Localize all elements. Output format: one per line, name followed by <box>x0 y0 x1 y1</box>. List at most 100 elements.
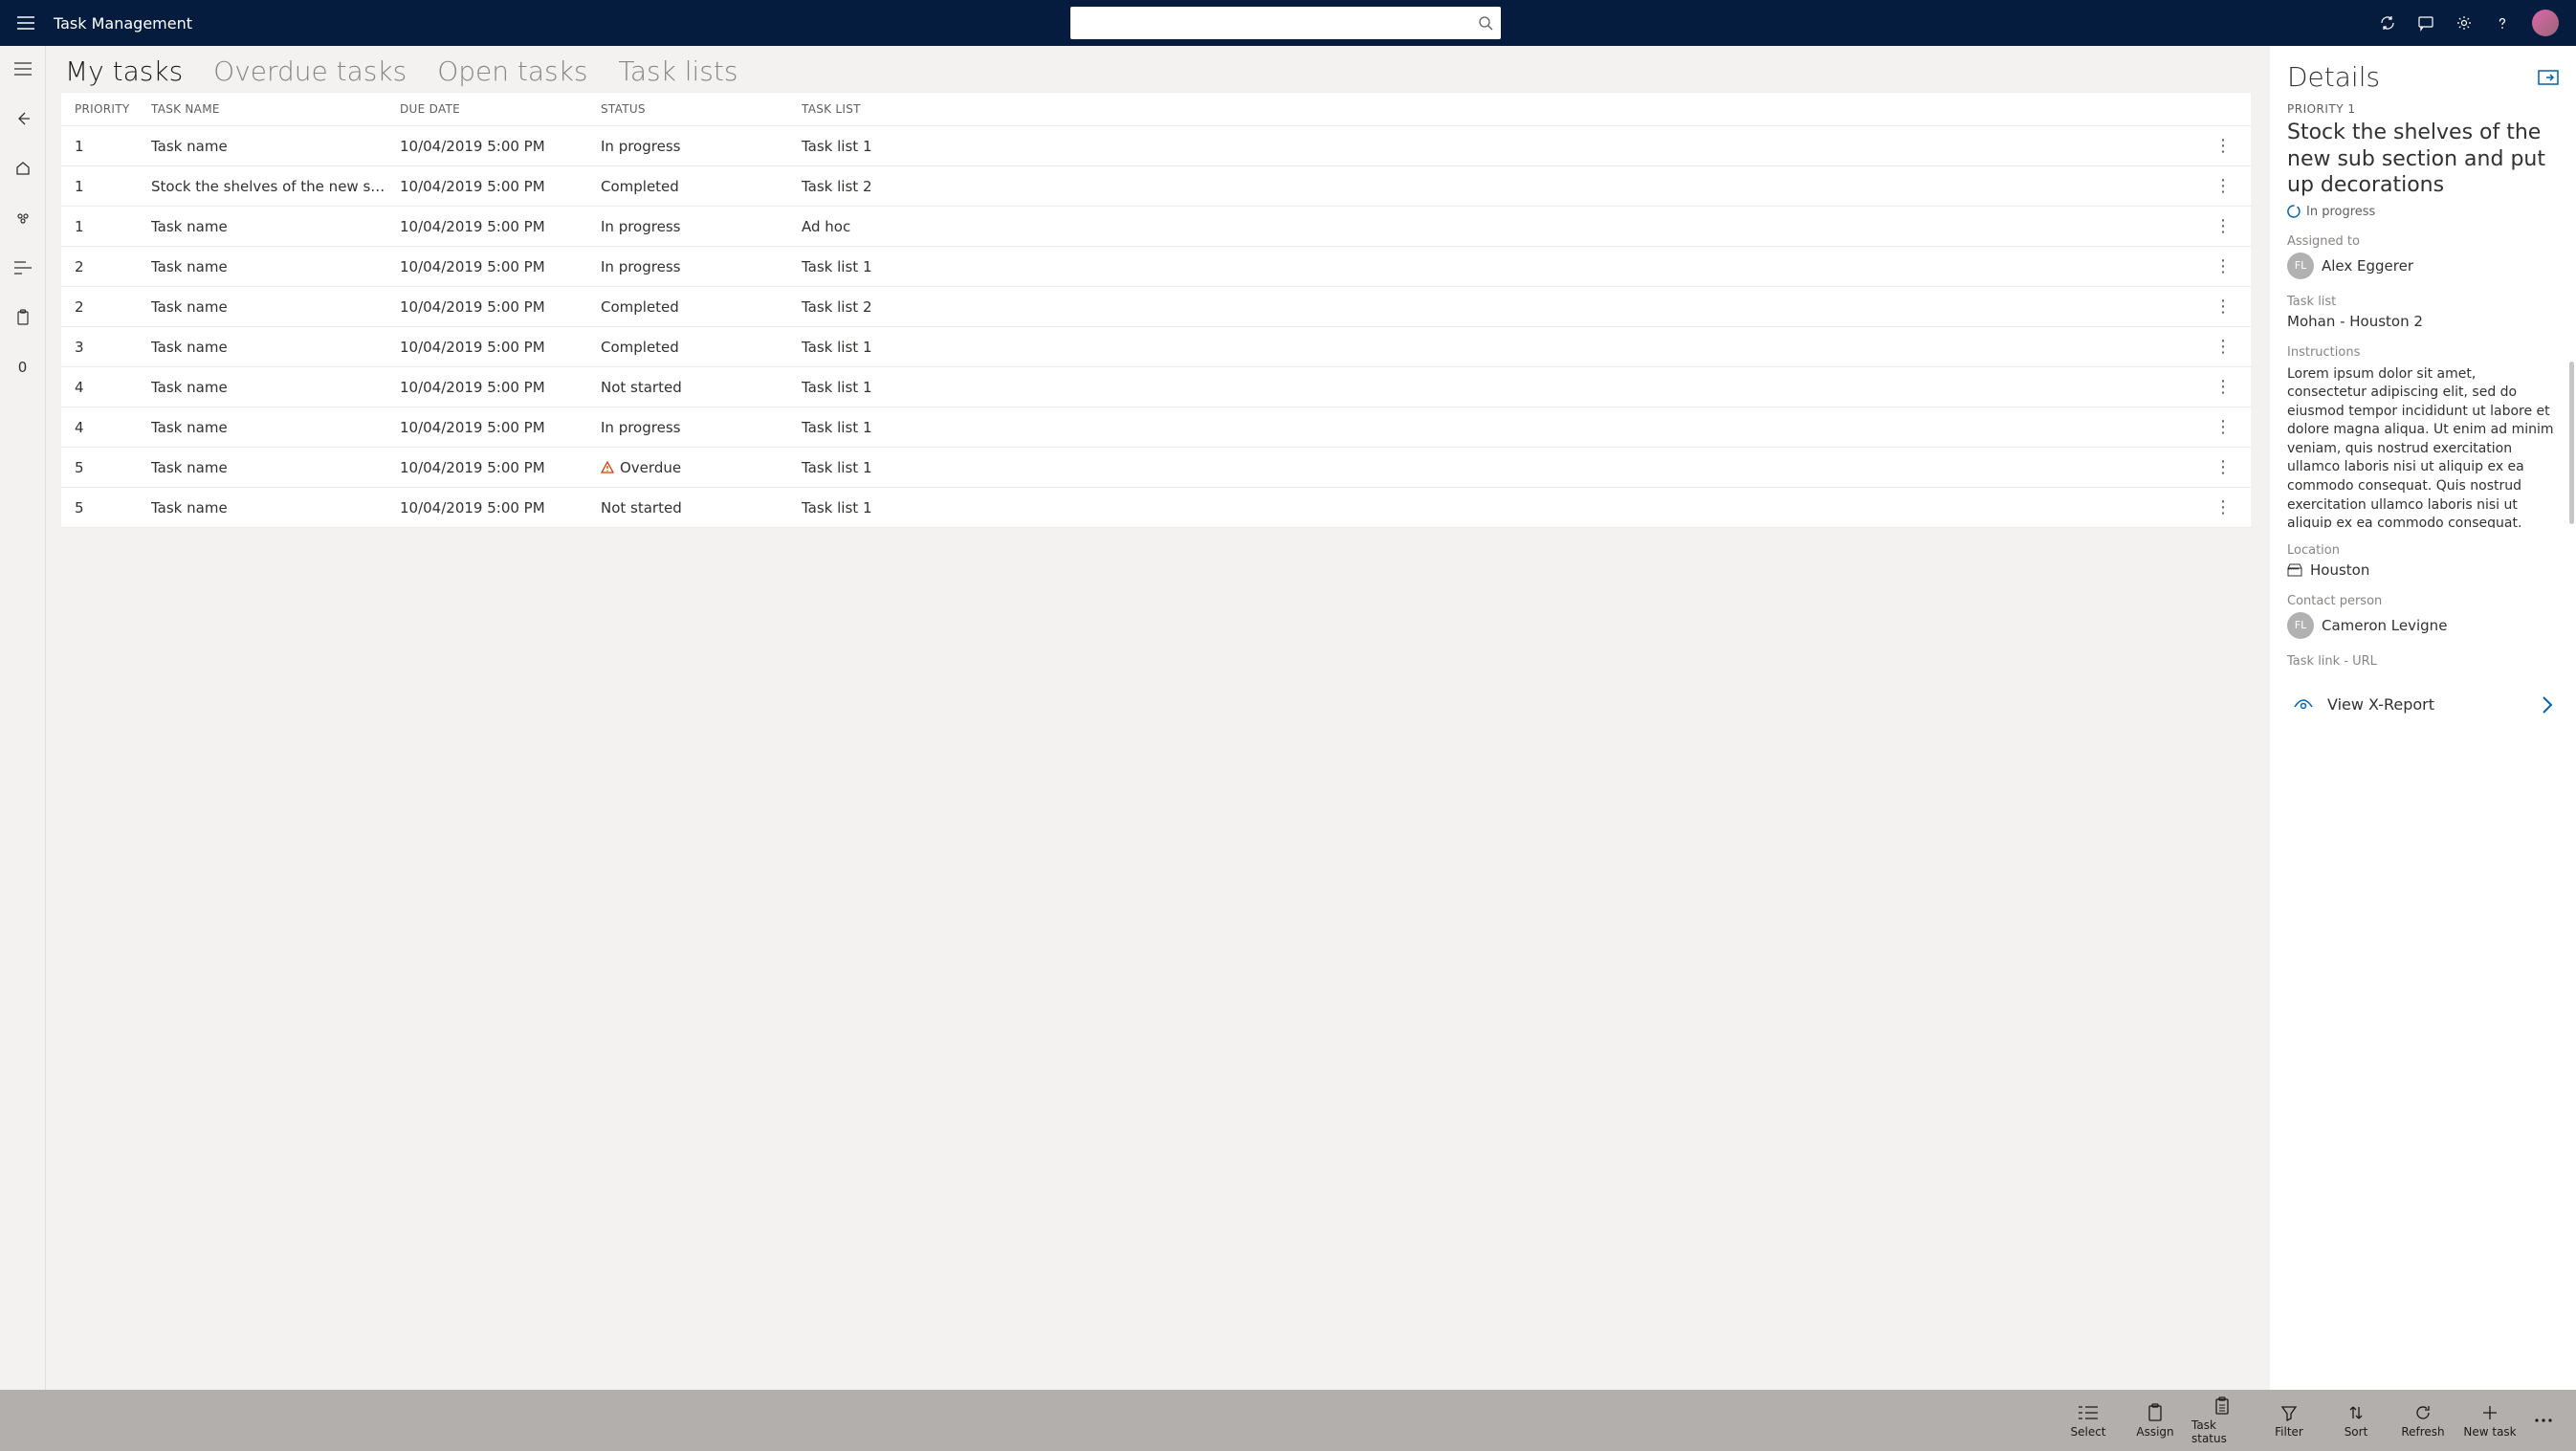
location-value: Houston <box>2310 561 2369 579</box>
select-button[interactable]: Select <box>2058 1402 2119 1439</box>
col-priority[interactable]: PRIORITY <box>75 102 151 116</box>
new-task-button[interactable]: New task <box>2459 1402 2521 1439</box>
assign-button[interactable]: Assign <box>2125 1402 2186 1439</box>
cell-priority: 4 <box>75 419 151 436</box>
tab-task-lists[interactable]: Task lists <box>618 55 738 87</box>
search-input[interactable] <box>1070 7 1501 39</box>
tasklist-value: Mohan - Houston 2 <box>2287 313 2559 330</box>
table-row[interactable]: 2Task name10/04/2019 5:00 PMIn progressT… <box>61 247 2251 287</box>
cell-priority: 5 <box>75 499 151 517</box>
cell-name: Task name <box>151 499 400 517</box>
home-icon[interactable] <box>8 153 38 184</box>
cell-list: Task list 1 <box>802 379 2209 396</box>
table-row[interactable]: 5Task name10/04/2019 5:00 PMOverdueTask … <box>61 448 2251 488</box>
task-status-button[interactable]: Task status <box>2191 1396 2253 1445</box>
tab-overdue-tasks[interactable]: Overdue tasks <box>213 55 407 87</box>
cell-status: In progress <box>601 218 802 235</box>
cell-name: Task name <box>151 379 400 396</box>
table-row[interactable]: 1Stock the shelves of the new sub sectio… <box>61 166 2251 207</box>
cell-priority: 1 <box>75 138 151 155</box>
filter-button[interactable]: Filter <box>2258 1402 2320 1439</box>
assigned-name: Alex Eggerer <box>2322 257 2413 275</box>
row-menu-icon[interactable]: ⋮ <box>2209 136 2237 156</box>
col-list[interactable]: TASK LIST <box>802 102 2209 116</box>
cell-list: Task list 1 <box>802 419 2209 436</box>
cell-list: Task list 1 <box>802 138 2209 155</box>
row-menu-icon[interactable]: ⋮ <box>2209 417 2237 437</box>
cell-priority: 4 <box>75 379 151 396</box>
comment-icon[interactable] <box>2417 14 2434 32</box>
sort-button[interactable]: Sort <box>2325 1402 2387 1439</box>
scrollbar-thumb[interactable] <box>2569 362 2574 524</box>
table-row[interactable]: 2Task name10/04/2019 5:00 PMCompletedTas… <box>61 287 2251 327</box>
sort-icon <box>2347 1402 2365 1423</box>
cell-due: 10/04/2019 5:00 PM <box>400 379 601 396</box>
row-menu-icon[interactable]: ⋮ <box>2209 256 2237 276</box>
cell-due: 10/04/2019 5:00 PM <box>400 138 601 155</box>
pop-out-icon[interactable] <box>2538 70 2559 85</box>
col-status[interactable]: STATUS <box>601 102 802 116</box>
sync-icon[interactable] <box>2379 14 2396 32</box>
table-row[interactable]: 4Task name10/04/2019 5:00 PMIn progressT… <box>61 407 2251 448</box>
col-name[interactable]: TASK NAME <box>151 102 400 116</box>
details-title: Stock the shelves of the new sub section… <box>2287 120 2559 199</box>
product-icon[interactable] <box>8 203 38 233</box>
cell-due: 10/04/2019 5:00 PM <box>400 339 601 356</box>
row-menu-icon[interactable]: ⋮ <box>2209 457 2237 477</box>
task-link-label: Task link - URL <box>2287 654 2559 669</box>
cell-priority: 2 <box>75 258 151 275</box>
back-arrow-icon[interactable] <box>8 103 38 134</box>
chevron-right-icon <box>2542 695 2553 715</box>
table-row[interactable]: 4Task name10/04/2019 5:00 PMNot startedT… <box>61 367 2251 407</box>
table-row[interactable]: 1Task name10/04/2019 5:00 PMIn progressA… <box>61 207 2251 247</box>
cell-list: Task list 1 <box>802 339 2209 356</box>
row-menu-icon[interactable]: ⋮ <box>2209 337 2237 357</box>
refresh-icon <box>2414 1402 2432 1423</box>
cell-status: Completed <box>601 178 802 195</box>
list-icon[interactable] <box>8 253 38 283</box>
cell-name: Stock the shelves of the new sub section… <box>151 178 400 195</box>
instructions-label: Instructions <box>2287 345 2559 360</box>
tab-my-tasks[interactable]: My tasks <box>65 55 183 87</box>
row-menu-icon[interactable]: ⋮ <box>2209 297 2237 317</box>
more-icon[interactable] <box>2526 1410 2561 1431</box>
cell-priority: 3 <box>75 339 151 356</box>
table-row[interactable]: 5Task name10/04/2019 5:00 PMNot startedT… <box>61 488 2251 528</box>
location-label: Location <box>2287 543 2559 558</box>
cell-list: Task list 2 <box>802 298 2209 316</box>
user-avatar[interactable] <box>2532 10 2559 36</box>
task-table: PRIORITY TASK NAME DUE DATE STATUS TASK … <box>61 93 2251 528</box>
progress-spinner-icon <box>2287 205 2301 218</box>
rail-hamburger-icon[interactable] <box>8 54 38 84</box>
row-menu-icon[interactable]: ⋮ <box>2209 377 2237 397</box>
details-heading: Details <box>2287 61 2380 93</box>
view-report-label: View X-Report <box>2327 695 2434 714</box>
row-menu-icon[interactable]: ⋮ <box>2209 216 2237 236</box>
cell-status: In progress <box>601 258 802 275</box>
refresh-button[interactable]: Refresh <box>2392 1402 2454 1439</box>
contact-avatar: FL <box>2287 612 2314 639</box>
view-report-button[interactable]: View X-Report <box>2287 682 2559 728</box>
eye-icon <box>2293 697 2314 713</box>
table-row[interactable]: 1Task name10/04/2019 5:00 PMIn progressT… <box>61 126 2251 166</box>
cell-status: Completed <box>601 339 802 356</box>
cell-list: Task list 1 <box>802 499 2209 517</box>
top-bar: Task Management <box>0 0 2576 46</box>
filter-icon <box>2280 1402 2298 1423</box>
row-menu-icon[interactable]: ⋮ <box>2209 497 2237 517</box>
cell-status: Not started <box>601 499 802 517</box>
col-due[interactable]: DUE DATE <box>400 102 601 116</box>
cell-name: Task name <box>151 298 400 316</box>
gear-icon[interactable] <box>2455 14 2473 32</box>
cell-list: Task list 2 <box>802 178 2209 195</box>
hamburger-icon[interactable] <box>10 9 42 37</box>
cell-priority: 5 <box>75 459 151 476</box>
help-icon[interactable] <box>2494 14 2511 32</box>
tasklist-label: Task list <box>2287 295 2559 309</box>
tab-open-tasks[interactable]: Open tasks <box>437 55 587 87</box>
search-icon[interactable] <box>1478 15 1493 31</box>
row-menu-icon[interactable]: ⋮ <box>2209 176 2237 196</box>
clipboard-icon[interactable] <box>8 302 38 333</box>
table-row[interactable]: 3Task name10/04/2019 5:00 PMCompletedTas… <box>61 327 2251 367</box>
rail-count[interactable]: 0 <box>8 352 38 383</box>
